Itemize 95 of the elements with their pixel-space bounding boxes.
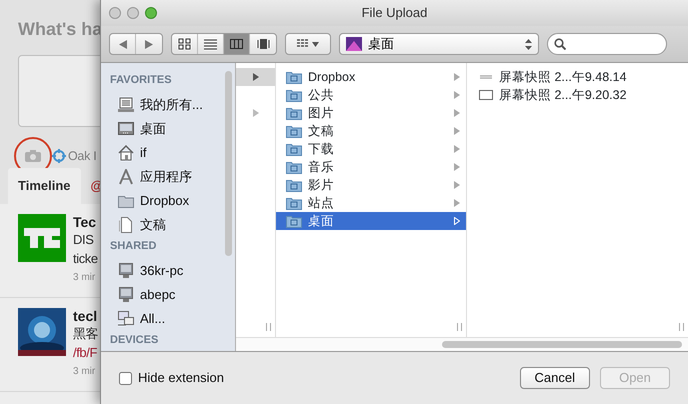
folder-row[interactable]: 图片 bbox=[276, 104, 466, 122]
document-stack-icon bbox=[118, 97, 134, 113]
caret-icon bbox=[312, 42, 319, 46]
tweet-text: ticke bbox=[73, 250, 98, 268]
sidebar-item[interactable]: 我的所有... bbox=[110, 93, 235, 117]
sidebar-item[interactable]: 文稿 bbox=[110, 213, 235, 237]
folder-icon bbox=[286, 142, 302, 156]
columns-icon bbox=[230, 38, 243, 50]
grid-icon bbox=[178, 38, 191, 50]
arrange-icon bbox=[297, 39, 309, 49]
stepper-icon bbox=[525, 38, 532, 50]
section-heading: SHARED bbox=[110, 239, 158, 254]
location-icon bbox=[52, 149, 66, 163]
folder-row[interactable]: 影片 bbox=[276, 176, 466, 194]
camera-icon bbox=[25, 150, 41, 162]
checkbox-label[interactable]: Hide extension bbox=[138, 368, 224, 388]
folder-icon bbox=[286, 124, 302, 138]
desktop-picture-icon bbox=[346, 37, 362, 51]
disclosure-arrow-icon bbox=[454, 127, 460, 135]
folder-row[interactable]: 站点 bbox=[276, 194, 466, 212]
path-dropdown[interactable]: 桌面 bbox=[339, 33, 539, 55]
disclosure-arrow-icon bbox=[454, 163, 460, 171]
folder-icon bbox=[286, 214, 302, 228]
folder-row[interactable]: 桌面 bbox=[276, 212, 466, 230]
scrollbar[interactable] bbox=[225, 71, 232, 256]
search-field[interactable] bbox=[547, 33, 667, 55]
house-icon bbox=[118, 145, 134, 161]
folder-icon bbox=[286, 88, 302, 102]
sidebar-item[interactable]: abepc bbox=[110, 283, 235, 307]
sidebar-item[interactable]: All... bbox=[110, 307, 235, 331]
tweet-text: 黑客 bbox=[73, 324, 98, 342]
folder-row[interactable]: 公共 bbox=[276, 86, 466, 104]
search-icon bbox=[554, 38, 566, 50]
author-name: tecl bbox=[73, 308, 98, 324]
folder-icon bbox=[286, 160, 302, 174]
disclosure-arrow-icon bbox=[454, 91, 460, 99]
desktop-icon bbox=[118, 121, 134, 137]
monitor-icon bbox=[118, 263, 134, 279]
author-name: Tec bbox=[73, 214, 98, 230]
resize-handle[interactable] bbox=[266, 323, 271, 331]
window-icon bbox=[479, 89, 493, 101]
file-row[interactable]: 屏幕快照 2...午9.20.32 bbox=[479, 86, 688, 104]
folder-icon bbox=[286, 178, 302, 192]
section-heading: DEVICES bbox=[110, 333, 160, 348]
navigation-control[interactable] bbox=[109, 33, 163, 55]
disclosure-arrow-icon bbox=[454, 109, 460, 117]
folder-icon bbox=[286, 196, 302, 210]
resize-handle[interactable] bbox=[679, 323, 684, 331]
file-row[interactable]: 屏幕快照 2...午9.48.14 bbox=[479, 68, 688, 86]
folder-row[interactable]: 下载 bbox=[276, 140, 466, 158]
sidebar-item[interactable]: 应用程序 bbox=[110, 165, 235, 189]
disclosure-arrow-icon bbox=[454, 199, 460, 207]
letter-a-icon bbox=[118, 169, 134, 185]
sidebar-item[interactable]: if bbox=[110, 141, 235, 165]
scrollbar[interactable] bbox=[442, 341, 682, 348]
folder-icon bbox=[118, 193, 134, 209]
folder-row[interactable] bbox=[236, 68, 275, 86]
resize-handle[interactable] bbox=[457, 323, 462, 331]
folder-row[interactable]: 文稿 bbox=[276, 122, 466, 140]
sidebar-item[interactable]: 36kr-pc bbox=[110, 259, 235, 283]
cancel-button[interactable]: Cancel bbox=[520, 367, 590, 389]
close-button[interactable] bbox=[109, 7, 121, 19]
disclosure-arrow-icon bbox=[454, 73, 460, 81]
sidebar-item[interactable]: Dropbox bbox=[110, 189, 235, 213]
coverflow-icon bbox=[256, 38, 270, 50]
folder-row[interactable]: 音乐 bbox=[276, 158, 466, 176]
checkbox[interactable] bbox=[119, 372, 132, 384]
document-icon bbox=[118, 217, 134, 233]
disclosure-arrow-icon bbox=[252, 109, 258, 117]
disclosure-arrow-icon bbox=[454, 181, 460, 189]
section-heading: FAVORITES bbox=[110, 73, 173, 88]
list-icon bbox=[204, 38, 217, 50]
sidebar-item[interactable]: 桌面 bbox=[110, 117, 235, 141]
arrange-button[interactable] bbox=[285, 33, 331, 55]
tweet-text: DIS bbox=[73, 230, 94, 248]
tweet-link[interactable]: /fb/F bbox=[73, 342, 98, 362]
minimize-button[interactable] bbox=[127, 7, 139, 19]
view-button[interactable] bbox=[224, 34, 250, 54]
window-title: File Upload bbox=[362, 5, 428, 20]
timestamp: 3 mir bbox=[73, 270, 96, 284]
back-icon bbox=[118, 40, 126, 48]
zoom-button[interactable] bbox=[145, 7, 157, 19]
folder-icon bbox=[286, 106, 302, 120]
view-mode-control[interactable] bbox=[171, 33, 277, 55]
logo-icon bbox=[18, 214, 66, 262]
timestamp: 3 mir bbox=[73, 364, 96, 378]
disclosure-arrow-icon bbox=[454, 217, 460, 225]
forward-icon bbox=[145, 40, 153, 48]
folder-icon bbox=[286, 70, 302, 84]
folder-row[interactable]: Dropbox bbox=[276, 68, 466, 86]
tab[interactable]: Timeline bbox=[8, 168, 81, 204]
monitor-icon bbox=[118, 287, 134, 303]
computers-icon bbox=[118, 311, 134, 327]
disclosure-arrow-icon bbox=[454, 145, 460, 153]
disclosure-arrow-icon bbox=[252, 73, 258, 81]
